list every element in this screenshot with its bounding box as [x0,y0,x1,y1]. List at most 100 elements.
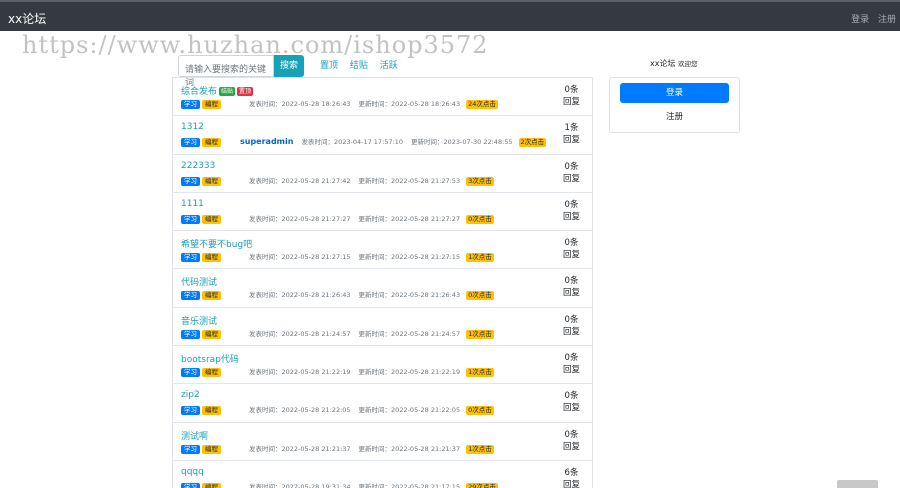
filter-closed[interactable]: 结贴 [350,61,368,71]
post-tag-topic[interactable]: 编程 [202,253,221,263]
post-count: 0条 [564,199,579,210]
post-tag-topic[interactable]: 编程 [202,368,221,378]
post-title[interactable]: bootsrap代码 [181,355,239,365]
search-button[interactable]: 搜索 [274,55,304,77]
post-meta: 学习 编程 发表时间：2022-05-28 21:21:37 更新时间：2022-05… [181,443,494,454]
post-tag-topic[interactable]: 编程 [202,138,221,148]
post-title[interactable]: 1312 [181,122,204,132]
post-meta: 学习 编程 发表时间：2022-05-28 21:27:15 更新时间：2022-05… [181,251,494,263]
register-button[interactable]: 注册 [620,109,729,125]
login-button[interactable]: 登录 [620,83,729,103]
post-tag-category[interactable]: 学习 [181,329,200,339]
post-reply-label: 回复 [562,403,580,414]
post-row: 1312 学习 编程 superadmin 发表时间：2023-04-17 17:57… [173,116,592,155]
post-meta: 学习 编程 发表时间：2022-05-28 21:27:27 更新时间：2022-05… [181,213,494,224]
post-tag-topic[interactable]: 编程 [202,214,221,224]
post-tag-category[interactable]: 学习 [181,253,200,263]
post-meta: 学习 编程 发表时间：2022-05-28 21:22:19 更新时间：2022-05… [181,366,494,378]
nav-login-link[interactable]: 登录 [851,15,869,25]
post-tag-topic[interactable]: 编程 [202,291,221,301]
post-tag-category[interactable]: 学习 [181,368,200,378]
post-tag-topic[interactable]: 编程 [202,482,221,488]
nav-register-link[interactable]: 注册 [878,15,896,25]
sidebar-welcome: xx论坛 欢迎您 [650,58,698,69]
post-tag-category[interactable]: 学习 [181,444,200,454]
post-author[interactable]: superadmin [240,137,293,146]
post-tag-topic[interactable]: 编程 [202,329,221,339]
post-tag-category[interactable]: 学习 [181,291,200,301]
post-tag-topic[interactable]: 编程 [202,100,221,109]
post-title[interactable]: 音乐测试 [181,317,217,327]
post-clicks-badge: 1次点击 [466,329,494,339]
search-input[interactable]: 请输入要搜索的关键词 [178,55,274,88]
post-row: bootsrap代码 学习 编程 发表时间：2022-05-28 21:22:19 更… [173,346,592,385]
post-tag-category[interactable]: 学习 [181,176,200,186]
post-title[interactable]: 222333 [181,161,215,171]
post-title-link[interactable]: 222333 [181,161,215,171]
post-updated: 更新时间：2022-05-28 21:21:37 [358,444,461,453]
post-reply-label: 回复 [562,441,580,452]
filter-pinned[interactable]: 置顶 [320,61,338,71]
post-title-link[interactable]: 希望不要不bug吧 [181,237,252,250]
post-tag-topic[interactable]: 编程 [202,176,221,186]
post-tag-category[interactable]: 学习 [181,406,200,416]
post-title-link[interactable]: bootsrap代码 [181,352,239,365]
post-title-link[interactable]: 综合发布 结贴 置顶 [181,84,254,97]
site-brand[interactable]: xx论坛 [8,10,46,27]
post-tag-topic[interactable]: 编程 [202,444,221,454]
post-title[interactable]: 1111 [181,199,204,209]
post-time: 发表时间：2022-05-28 21:22:19 [249,368,351,377]
filter-active[interactable]: 活跃 [380,61,398,71]
post-title-link[interactable]: 音乐测试 [181,314,217,327]
post-title-link[interactable]: 代码测试 [181,275,217,288]
post-reply-count: 0条 回复 [563,429,580,453]
post-row: qqqq 学习 编程 发表时间：2022-05-28 19:31:34 更新时间：20… [173,461,592,488]
post-title[interactable]: 测试啊 [181,432,208,442]
post-updated: 更新时间：2022-05-28 21:27:15 [358,253,461,262]
post-time: 发表时间：2022-05-28 21:27:27 [249,214,351,223]
post-time: 发表时间：2022-05-28 21:26:43 [249,291,351,300]
post-meta: 学习 编程 发表时间：2022-05-28 21:26:43 更新时间：2022-05… [181,289,494,301]
post-meta: 学习 编程 发表时间：2022-05-28 19:31:34 更新时间：2022-05… [181,481,498,488]
post-updated: 更新时间：2022-05-28 21:27:27 [358,214,461,223]
post-reply-count: 0条 回复 [563,352,580,376]
post-row: zip2 学习 编程 发表时间：2022-05-28 21:22:05 更新时间：20… [173,384,592,423]
post-time: 发表时间：2023-04-17 17:57:10 [301,138,403,147]
post-title[interactable]: 综合发布 [181,87,217,97]
post-clicks-badge: 1次点击 [466,444,494,454]
post-tag-category[interactable]: 学习 [181,214,200,224]
post-title[interactable]: zip2 [181,390,200,400]
post-reply-label: 回复 [562,135,580,146]
post-updated: 更新时间：2023-07-30 22:48:55 [411,138,513,147]
post-tag-topic[interactable]: 编程 [202,406,221,416]
post-reply-label: 回复 [562,97,580,107]
post-flag: 置顶 [237,87,254,96]
post-tag-category[interactable]: 学习 [181,100,200,109]
post-tag-category[interactable]: 学习 [181,138,200,148]
post-title-link[interactable]: qqqq [181,467,204,477]
post-clicks-badge: 24次点击 [466,100,498,109]
post-updated: 更新时间：2022-05-28 18:26:43 [358,100,461,108]
post-updated: 更新时间：2022-05-28 21:27:53 [358,176,461,185]
post-title[interactable]: 代码测试 [181,278,217,288]
post-meta: 学习 编程 发表时间：2022-05-28 21:22:05 更新时间：2022-05… [181,404,494,416]
back-to-top-button[interactable] [837,480,878,488]
post-count: 0条 [564,238,579,249]
post-title[interactable]: 希望不要不bug吧 [181,240,252,250]
post-row: 希望不要不bug吧 学习 编程 发表时间：2022-05-28 21:27:15 更新… [173,231,592,270]
post-tag-category[interactable]: 学习 [181,482,200,488]
post-count: 0条 [564,276,579,287]
post-updated: 更新时间：2022-05-28 21:26:43 [358,291,461,300]
post-clicks-badge: 1次点击 [466,253,494,263]
sidebar-site-name: xx论坛 [650,59,676,68]
post-meta: 学习 编程 superadmin 发表时间：2023-04-17 17:57:10 更新… [181,136,547,148]
post-title-link[interactable]: 测试啊 [181,429,208,442]
post-title-link[interactable]: zip2 [181,390,200,400]
post-title-link[interactable]: 1312 [181,122,204,132]
post-row: 音乐测试 学习 编程 发表时间：2022-05-28 21:24:57 更新时间：20… [173,308,592,347]
post-time: 发表时间：2022-05-28 21:22:05 [249,406,351,415]
post-title[interactable]: qqqq [181,467,204,477]
post-reply-count: 0条 回复 [563,275,580,299]
post-clicks-badge: 1次点击 [466,368,494,378]
post-title-link[interactable]: 1111 [181,199,204,209]
